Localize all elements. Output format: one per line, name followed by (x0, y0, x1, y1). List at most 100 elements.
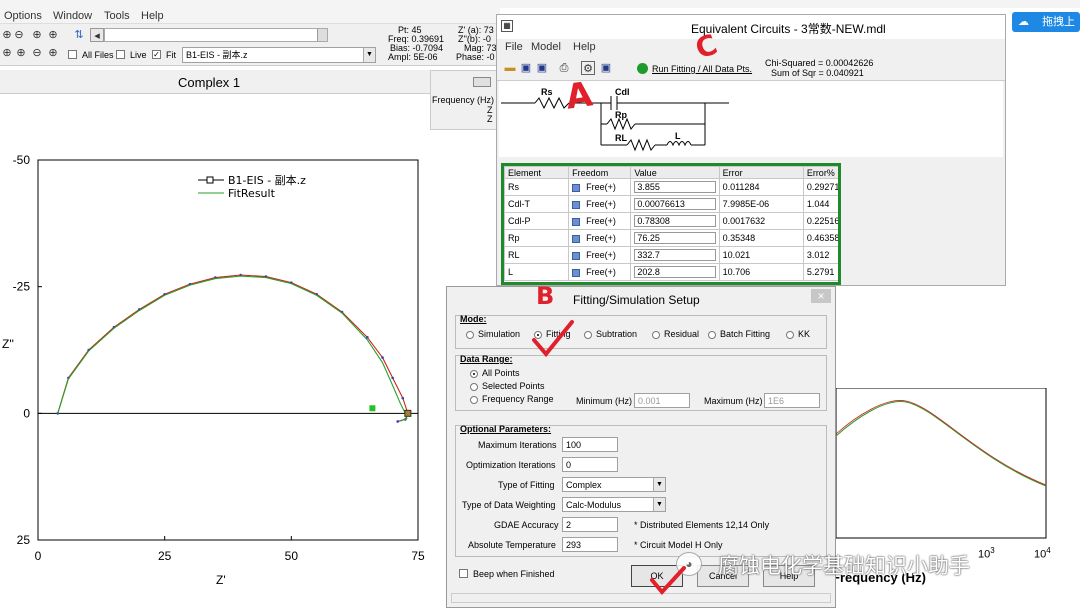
plot-frame (37, 159, 419, 541)
freedom-cell[interactable]: Free(+) (568, 212, 632, 230)
point-slider-track[interactable] (104, 28, 328, 42)
drag-upload-button[interactable]: ☁ 拖拽上 (1012, 12, 1080, 32)
value-cell[interactable]: 76.25 (630, 229, 720, 247)
value-input[interactable]: 0.00076613 (634, 198, 716, 210)
freedom-cell[interactable]: Free(+) (568, 263, 632, 281)
side-panel: Frequency (Hz) Z Z (430, 70, 500, 130)
side-z2: Z (487, 114, 493, 124)
eq-menu-help[interactable]: Help (573, 41, 596, 53)
ok-button[interactable]: OK (631, 565, 683, 587)
opt-iterations-field[interactable]: 0 (562, 457, 618, 472)
mode-label: Mode: (460, 314, 487, 324)
mode-simulation-radio[interactable] (466, 331, 474, 339)
menu-tools[interactable]: Tools (104, 10, 130, 22)
value-input[interactable]: 0.78308 (634, 215, 716, 227)
bode-plot-frame (836, 388, 1047, 539)
nyquist-plot: -50 -25 0 25 0 25 50 75 Z' Z'' B1-EIS - 副本.zFitRes… (2, 153, 425, 587)
print-icon[interactable]: ⎙ (557, 61, 571, 75)
freedom-toggle-icon[interactable] (572, 268, 581, 277)
max-freq-field[interactable]: 1E6 (764, 393, 820, 408)
freedom-toggle-icon[interactable] (572, 200, 581, 209)
table-row: Cdl-T Free(+) 0.00076613 7.9985E-06 1.044 (504, 195, 838, 213)
live-checkbox[interactable] (116, 50, 125, 59)
gdae-field[interactable]: 2 (562, 517, 618, 532)
mode-batch-radio[interactable] (708, 331, 716, 339)
file-selector[interactable]: B1-EIS - 副本.z ▼ (182, 47, 376, 63)
max-iterations-label: Maximum Iterations (478, 440, 557, 450)
eq-title-bar: ▦ Equivalent Circuits - 3常数-NEW.mdl (497, 15, 1005, 39)
mode-kk-radio[interactable] (786, 331, 794, 339)
mode-residual-radio[interactable] (652, 331, 660, 339)
chevron-down-icon[interactable]: ▼ (653, 498, 665, 511)
chevron-down-icon[interactable]: ▼ (363, 48, 375, 62)
error-pct-cell: 3.012 (802, 246, 838, 264)
x-tick-label: 25 (158, 549, 172, 563)
menu-window[interactable]: Window (53, 10, 92, 22)
max-iterations-field[interactable]: 100 (562, 437, 618, 452)
value-cell[interactable]: 332.7 (630, 246, 720, 264)
data-point (381, 356, 384, 359)
value-cell[interactable]: 3.855 (630, 178, 720, 196)
mode-subtration-radio[interactable] (584, 331, 592, 339)
element-cell: L (504, 263, 570, 281)
value-input[interactable]: 332.7 (634, 249, 716, 261)
all-files-checkbox[interactable] (68, 50, 77, 59)
side-panel-button[interactable] (473, 77, 491, 87)
freedom-cell[interactable]: Free(+) (568, 195, 632, 213)
value-cell[interactable]: 0.00076613 (630, 195, 720, 213)
value-input[interactable]: 3.855 (634, 181, 716, 193)
mode-fitting-radio[interactable] (534, 331, 542, 339)
fit-setup-icon[interactable]: ⚙ (581, 61, 595, 75)
wechat-icon: ◕ (676, 552, 702, 576)
freedom-cell[interactable]: Free(+) (568, 229, 632, 247)
zoom-icon-5[interactable]: ⊕ (46, 46, 60, 60)
chevron-down-icon[interactable]: ▼ (653, 478, 665, 491)
range-all-radio[interactable] (470, 370, 478, 378)
data-point (401, 396, 405, 400)
zoom-icon-2[interactable]: ⊕ (0, 46, 14, 60)
range-frequency-radio[interactable] (470, 396, 478, 404)
refresh-icon[interactable]: ⇅ (72, 28, 86, 42)
menu-help[interactable]: Help (141, 10, 164, 22)
zoom-reset-icon[interactable]: ⊕ (46, 28, 60, 42)
value-input[interactable]: 76.25 (634, 232, 716, 244)
temperature-field[interactable]: 293 (562, 537, 618, 552)
range-selected-radio[interactable] (470, 383, 478, 391)
dialog-title: Fitting/Simulation Setup (573, 293, 700, 307)
save-icon[interactable]: ▣ (519, 61, 533, 75)
min-freq-field[interactable]: 0.001 (634, 393, 690, 408)
value-input[interactable]: 202.8 (634, 266, 716, 278)
range-selected-label: Selected Points (482, 381, 545, 391)
freedom-cell[interactable]: Free(+) (568, 178, 632, 196)
freedom-toggle-icon[interactable] (572, 251, 581, 260)
open-folder-icon[interactable]: ▬ (503, 61, 517, 75)
beep-checkbox[interactable] (459, 569, 468, 578)
value-cell[interactable]: 202.8 (630, 263, 720, 281)
table-row: Cdl-P Free(+) 0.78308 0.0017632 0.22516 (504, 212, 838, 230)
complex-plot-titlebar: Complex 1 (0, 70, 430, 94)
weighting-select[interactable]: Calc-Modulus ▼ (562, 497, 666, 512)
value-cell[interactable]: 0.78308 (630, 212, 720, 230)
menu-options[interactable]: Options (4, 10, 42, 22)
readout-phase: Phase: -0 (456, 52, 495, 62)
eq-menu-file[interactable]: File (505, 41, 523, 53)
zoom-out-icon[interactable]: ⊖ (12, 28, 26, 42)
point-slider-thumb[interactable] (317, 29, 327, 41)
dialog-close-button[interactable]: × (811, 289, 831, 303)
zoom-icon-3[interactable]: ⊕ (14, 46, 28, 60)
freedom-cell[interactable]: Free(+) (568, 246, 632, 264)
freedom-toggle-icon[interactable] (572, 234, 581, 243)
fit-checkbox[interactable]: ✓ (152, 50, 161, 59)
scroll-left-icon[interactable]: ◂ (90, 28, 104, 42)
save-as-icon[interactable]: ▣ (535, 61, 549, 75)
freedom-toggle-icon[interactable] (572, 217, 581, 226)
save-model-icon[interactable]: ▣ (599, 61, 613, 75)
y-tick-label: -25 (13, 280, 31, 294)
readout-ampl: Ampl: 5E-06 (388, 52, 438, 62)
zoom-icon-4[interactable]: ⊖ (30, 46, 44, 60)
eq-menu-model[interactable]: Model (531, 41, 561, 53)
type-fitting-select[interactable]: Complex ▼ (562, 477, 666, 492)
mode-batch-label: Batch Fitting (720, 329, 771, 339)
freedom-toggle-icon[interactable] (572, 183, 581, 192)
zoom-box-icon[interactable]: ⊕ (30, 28, 44, 42)
